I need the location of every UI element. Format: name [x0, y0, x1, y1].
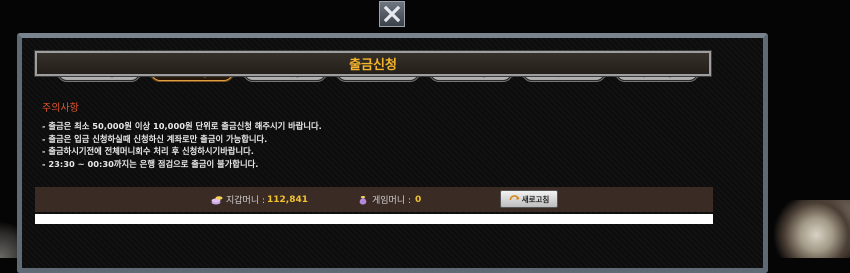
notice-item: 출금은 최소 50,000원 이상 10,000원 단위로 출금신청 해주시기 …	[42, 120, 702, 133]
form-area	[35, 214, 713, 224]
balance-bar: 지갑머니 : 112,841 게임머니 : 0 새로고침	[35, 187, 713, 212]
notice-title: 주의사항	[42, 103, 79, 114]
refresh-icon	[509, 194, 519, 200]
wallet-label: 지갑머니 :	[226, 196, 266, 206]
notice-list: 출금은 최소 50,000원 이상 10,000원 단위로 출금신청 해주시기 …	[42, 120, 702, 170]
refresh-button[interactable]: 새로고침	[500, 190, 558, 208]
game-value: 0	[415, 194, 422, 205]
close-icon	[383, 5, 401, 23]
notice-item: 출금은 입금 신청하실때 신청하신 계좌로만 출금이 가능합니다.	[42, 133, 702, 146]
coin-stack-icon	[211, 195, 223, 204]
page-title: 출금신청	[34, 50, 712, 77]
coin-bag-icon	[359, 195, 367, 204]
notice-item: 출금하시기전에 전체머니회수 처리 후 신청하시기바랍니다.	[42, 145, 702, 158]
notice-item: 23:30 ~ 00:30까지는 은행 점검으로 출금이 불가합니다.	[42, 158, 702, 171]
notice-section: 주의사항 출금은 최소 50,000원 이상 10,000원 단위로 출금신청 …	[42, 99, 702, 170]
wallet-balance: 지갑머니 : 112,841	[211, 193, 308, 206]
game-balance: 게임머니 : 0	[357, 193, 421, 206]
close-button[interactable]	[379, 1, 405, 27]
refresh-label: 새로고침	[521, 194, 550, 204]
wallet-value: 112,841	[267, 194, 309, 205]
game-label: 게임머니 :	[372, 196, 412, 206]
background-character-right	[770, 200, 850, 258]
